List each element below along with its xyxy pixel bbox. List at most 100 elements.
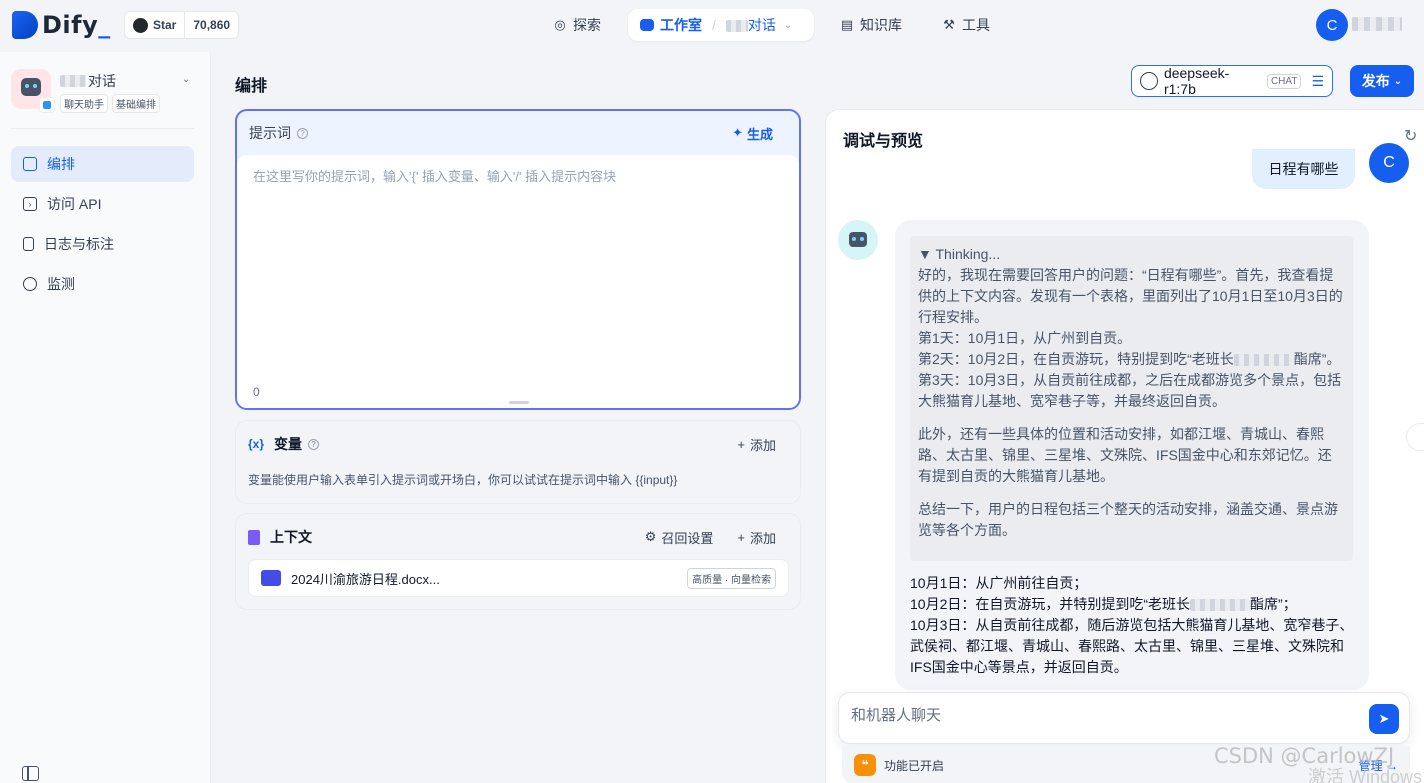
model-mode-tag: CHAT bbox=[1266, 73, 1302, 89]
user-avatar[interactable]: C bbox=[1316, 9, 1348, 41]
chevron-down-icon[interactable]: ⌄ bbox=[182, 74, 190, 85]
debug-preview-panel: 调试与预览 ↻ 日程有哪些 C ▼ Thinking... 好的，我现在需要回答… bbox=[825, 109, 1424, 783]
thinking-toggle[interactable]: ▼ Thinking... bbox=[918, 244, 1345, 265]
settings-icon: ⚙ bbox=[644, 529, 657, 544]
terminal-icon: › bbox=[23, 197, 37, 211]
sidebar-item-label: 编排 bbox=[47, 156, 75, 172]
dashboard-icon bbox=[23, 277, 37, 291]
bot-avatar bbox=[838, 220, 878, 260]
nav-knowledge[interactable]: ▤ 知识库 bbox=[828, 9, 914, 41]
sparkle-icon: ✦ bbox=[732, 125, 743, 140]
nav-tools-label: 工具 bbox=[962, 17, 990, 33]
generate-button[interactable]: ✦ 生成 bbox=[732, 124, 787, 143]
nav-explore[interactable]: ◎ 探索 bbox=[541, 9, 613, 41]
thinking-text: 此外，还有一些具体的位置和活动安排，如都江堰、青城山、春熙路、太古里、锦里、三星… bbox=[918, 426, 1332, 484]
sidebar-item-label: 访问 API bbox=[47, 196, 102, 212]
model-selector[interactable]: deepseek-r1:7b CHAT ☰ bbox=[1131, 65, 1333, 97]
variables-section: {x} 变量 ? + 添加 变量能使用户输入表单引入提示词或开场白，你可以试试在… bbox=[235, 420, 801, 504]
nav-app-selector[interactable]: 对话 bbox=[725, 15, 776, 35]
answer-text: 10月1日：从广州前往自贡； 10月2日：在自贡游玩，并特别提到吃“老班长 酯席”… bbox=[910, 573, 1360, 678]
nav-studio-label: 工作室 bbox=[660, 17, 702, 33]
prompt-placeholder: 在这里写你的提示词，输入'{' 插入变量、输入'/' 插入提示内容块 bbox=[253, 169, 617, 184]
variables-title: 变量 bbox=[274, 436, 303, 452]
nav-explore-label: 探索 bbox=[573, 17, 601, 33]
thinking-text: 第2天：10月2日，在自贡游玩，特别提到吃“老班长 bbox=[918, 351, 1234, 367]
redacted-text bbox=[60, 75, 86, 87]
publish-button[interactable]: 发布 ⌄ bbox=[1350, 65, 1414, 97]
thinking-text: 第1天：10月1日，从广州到自贡。 bbox=[918, 330, 1132, 346]
chevron-down-icon[interactable]: ⌄ bbox=[784, 20, 792, 31]
user-initial: C bbox=[1383, 154, 1395, 171]
dify-logo[interactable]: Dify_ bbox=[12, 11, 111, 39]
book-icon: ▤ bbox=[840, 17, 854, 32]
sidebar-menu: 编排 › 访问 API 日志与标注 监测 bbox=[11, 146, 194, 306]
nav-studio[interactable]: 工作室 / 对话 ⌄ bbox=[628, 9, 814, 41]
dify-logo-mark bbox=[12, 11, 38, 39]
app-header[interactable]: 对话 聊天助手 基础编排 bbox=[11, 69, 160, 113]
github-star-button[interactable]: Star 70,860 bbox=[124, 11, 240, 39]
recall-label: 召回设置 bbox=[661, 530, 714, 546]
variables-description: 变量能使用户输入表单引入提示词或开场白，你可以试试在提示词中输入 {{input… bbox=[248, 473, 678, 487]
sidebar-item-logs[interactable]: 日志与标注 bbox=[11, 226, 194, 262]
file-list-icon bbox=[23, 237, 34, 251]
redacted-user-name[interactable] bbox=[1352, 17, 1402, 31]
send-button[interactable]: ➤ bbox=[1369, 704, 1399, 734]
debug-title: 调试与预览 bbox=[843, 133, 924, 150]
chat-badge-icon bbox=[39, 97, 55, 113]
publish-label: 发布 bbox=[1361, 73, 1390, 89]
add-label: 添加 bbox=[749, 530, 776, 546]
sidebar-item-label: 日志与标注 bbox=[44, 236, 114, 252]
star-count: 70,860 bbox=[193, 18, 231, 32]
user-initial: C bbox=[1326, 16, 1338, 34]
redacted-text bbox=[725, 20, 748, 33]
answer-line: 10月3日：从自贡前往成都，随后游览包括大熊猫育儿基地、宽窄巷子、武侯祠、都江堰… bbox=[910, 617, 1354, 675]
add-context-button[interactable]: + 添加 bbox=[737, 528, 788, 547]
app-mode-tag: 基础编排 bbox=[112, 94, 160, 113]
nav-tools[interactable]: ⚒ 工具 bbox=[930, 9, 1002, 41]
chat-input-box: ➤ bbox=[838, 692, 1410, 744]
app-name: 对话 bbox=[88, 73, 116, 89]
chat-input[interactable] bbox=[851, 707, 1351, 724]
context-dataset-item[interactable]: 2024川渝旅游日程.docx... 高质量 · 向量检索 bbox=[248, 559, 789, 597]
thinking-block[interactable]: ▼ Thinking... 好的，我现在需要回答用户的问题：“日程有哪些”。首先… bbox=[910, 236, 1353, 561]
help-icon[interactable]: ? bbox=[308, 438, 320, 450]
user-message-text: 日程有哪些 bbox=[1268, 161, 1339, 177]
prompt-char-count: 0 bbox=[253, 385, 260, 399]
prompt-textarea[interactable]: 在这里写你的提示词，输入'{' 插入变量、输入'/' 插入提示内容块 0 bbox=[237, 155, 799, 408]
dataset-index-tag: 高质量 · 向量检索 bbox=[687, 567, 776, 589]
user-avatar: C bbox=[1369, 143, 1409, 183]
resize-handle[interactable] bbox=[509, 401, 529, 404]
sidebar: 对话 聊天助手 基础编排 ⌄ 编排 › 访问 API 日志与标注 监测 bbox=[0, 52, 211, 783]
bot-message: ▼ Thinking... 好的，我现在需要回答用户的问题：“日程有哪些”。首先… bbox=[895, 220, 1369, 690]
help-icon[interactable]: ? bbox=[297, 127, 308, 139]
answer-line: 10月1日：从广州前往自贡； bbox=[910, 575, 1088, 591]
user-message: 日程有哪些 bbox=[1252, 149, 1355, 189]
github-icon bbox=[133, 17, 148, 33]
sidebar-item-orchestrate[interactable]: 编排 bbox=[11, 146, 194, 182]
llama-icon bbox=[1140, 72, 1158, 90]
nav-app-name: 对话 bbox=[747, 17, 776, 33]
settings-sliders-icon: ☰ bbox=[1311, 72, 1324, 89]
star-label: Star bbox=[153, 18, 177, 32]
page-title: 编排 bbox=[235, 78, 268, 95]
collapse-sidebar-icon[interactable] bbox=[22, 766, 39, 781]
chevron-down-icon: ⌄ bbox=[1393, 75, 1403, 87]
nav-separator: / bbox=[712, 17, 716, 33]
logo-text: Dify bbox=[42, 11, 99, 39]
redacted-text bbox=[1190, 599, 1251, 612]
add-variable-button[interactable]: + 添加 bbox=[737, 435, 788, 454]
sidebar-item-monitoring[interactable]: 监测 bbox=[11, 266, 194, 302]
thinking-text: 总结一下，用户的日程包括三个整天的活动安排，涵盖交通、景点游览等各个方面。 bbox=[918, 501, 1338, 538]
thinking-text: 酯席”。 bbox=[1293, 351, 1341, 367]
robot-icon bbox=[640, 18, 654, 32]
nav-knowledge-label: 知识库 bbox=[860, 17, 902, 33]
layout-icon bbox=[23, 157, 37, 171]
compass-icon: ◎ bbox=[554, 17, 566, 32]
thinking-text: 好的，我现在需要回答用户的问题：“日程有哪些”。首先，我查看提供的上下文内容。发… bbox=[918, 267, 1343, 325]
refresh-icon[interactable]: ↻ bbox=[1404, 126, 1417, 146]
recall-settings-button[interactable]: ⚙ 召回设置 bbox=[645, 528, 738, 547]
windows-activation-watermark: 激活 Windows bbox=[1308, 767, 1423, 783]
answer-line: 10月2日：在自贡游玩，并特别提到吃“老班长 bbox=[910, 596, 1191, 612]
sidebar-item-api[interactable]: › 访问 API bbox=[11, 186, 194, 222]
plus-icon: + bbox=[737, 529, 745, 545]
